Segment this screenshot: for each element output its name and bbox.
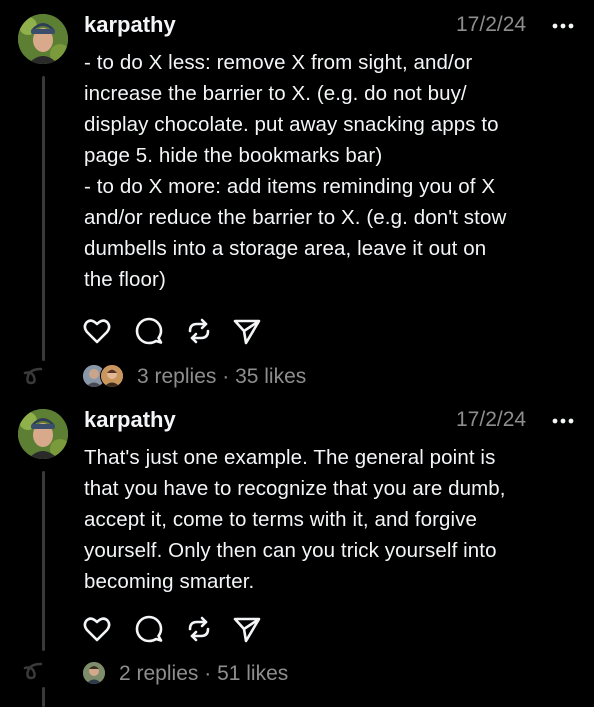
share-icon[interactable] (232, 316, 262, 346)
avatar[interactable] (18, 409, 68, 459)
post-line: the floor) (84, 268, 166, 291)
stats-separator: · (204, 662, 212, 685)
post-line: That's just one example. The general poi… (84, 446, 496, 469)
post-line: and/or reduce the barrier to X. (e.g. do… (84, 206, 507, 229)
thread-post: karpathy 17/2/24 That's just one example… (0, 395, 594, 707)
post-line: yourself. Only then can you trick yourse… (84, 539, 497, 562)
post-stats: 3 replies · 35 likes (137, 364, 306, 390)
comment-icon[interactable] (134, 614, 164, 644)
thread-connector-icon (23, 367, 43, 385)
share-icon[interactable] (232, 614, 262, 644)
post-line: that you have to recognize that you are … (84, 477, 506, 500)
thread-line (42, 76, 45, 361)
post-stats: 2 replies · 51 likes (119, 661, 288, 687)
replies-count[interactable]: 2 replies (119, 662, 198, 685)
thread-line (42, 687, 45, 707)
username[interactable]: karpathy (84, 407, 176, 433)
more-icon[interactable] (551, 21, 575, 31)
repost-icon[interactable] (184, 614, 214, 644)
reply-avatars (82, 364, 130, 388)
post-line: becoming smarter. (84, 570, 255, 593)
post-date: 17/2/24 (456, 13, 527, 36)
post-body: That's just one example. The general poi… (84, 442, 584, 597)
more-icon[interactable] (551, 416, 575, 426)
post-line: accept it, come to terms with it, and fo… (84, 508, 478, 531)
post-line: increase the barrier to X. (e.g. do not … (84, 82, 467, 105)
post-line: - to do X more: add items reminding you … (84, 175, 496, 198)
heart-icon[interactable] (82, 614, 112, 644)
stats-separator: · (222, 365, 230, 388)
likes-count[interactable]: 35 likes (235, 365, 306, 388)
reply-avatars (82, 661, 108, 685)
heart-icon[interactable] (82, 316, 112, 346)
thread-post: karpathy 17/2/24 - to do X less: remove … (0, 0, 594, 395)
repost-icon[interactable] (184, 316, 214, 346)
post-body: - to do X less: remove X from sight, and… (84, 47, 584, 295)
post-line: page 5. hide the bookmarks bar) (84, 144, 383, 167)
post-line: dumbells into a storage area, leave it o… (84, 237, 487, 260)
action-bar (82, 316, 282, 346)
comment-icon[interactable] (134, 316, 164, 346)
thread-connector-icon (23, 662, 43, 680)
post-date: 17/2/24 (456, 408, 527, 431)
post-line: - to do X less: remove X from sight, and… (84, 51, 473, 74)
likes-count[interactable]: 51 likes (217, 662, 288, 685)
thread-line (42, 471, 45, 651)
username[interactable]: karpathy (84, 12, 176, 38)
avatar[interactable] (18, 14, 68, 64)
avatar (100, 364, 124, 388)
replies-count[interactable]: 3 replies (137, 365, 216, 388)
avatar (82, 661, 106, 685)
action-bar (82, 614, 282, 644)
post-line: display chocolate. put away snacking app… (84, 113, 499, 136)
